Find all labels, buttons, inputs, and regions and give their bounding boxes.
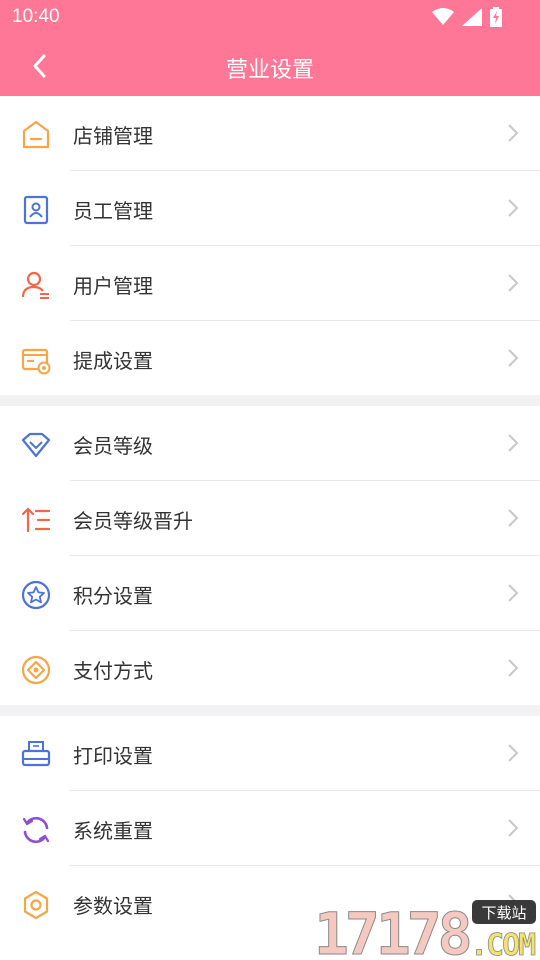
promotion-icon	[21, 507, 51, 533]
status-icons	[432, 7, 502, 27]
watermark-logo: 17178 下载站 .COM	[314, 900, 538, 960]
menu-item-points[interactable]: 积分设置	[0, 556, 540, 631]
menu-item-label: 支付方式	[73, 659, 153, 683]
payment-icon	[21, 655, 51, 685]
chevron-right-icon	[508, 509, 519, 527]
menu-item-system-reset[interactable]: 系统重置	[0, 791, 540, 866]
status-bar: 10:40	[0, 0, 540, 36]
menu-item-label: 店铺管理	[73, 124, 153, 148]
diamond-icon	[21, 432, 51, 458]
chevron-right-icon	[508, 124, 519, 142]
menu-item-label: 会员等级	[73, 434, 153, 458]
chevron-right-icon	[508, 744, 519, 762]
status-time: 10:40	[12, 6, 60, 27]
menu-item-level-promotion[interactable]: 会员等级晋升	[0, 481, 540, 556]
signal-icon	[462, 8, 482, 26]
settings-group-business: 店铺管理 员工管理 用户管理 提成设置	[0, 96, 540, 395]
menu-item-label: 打印设置	[73, 744, 153, 768]
watermark-suffix-text: .COM	[470, 928, 535, 960]
printer-icon	[21, 741, 51, 767]
menu-item-commission[interactable]: 提成设置	[0, 321, 540, 396]
menu-item-users[interactable]: 用户管理	[0, 246, 540, 321]
settings-group-membership: 会员等级 会员等级晋升 积分设置 支付方式	[0, 406, 540, 705]
menu-item-staff[interactable]: 员工管理	[0, 171, 540, 246]
menu-item-print[interactable]: 打印设置	[0, 716, 540, 791]
settings-icon	[23, 890, 49, 920]
menu-item-label: 员工管理	[73, 199, 153, 223]
top-bar: 10:40 营业设置	[0, 0, 540, 96]
battery-icon	[490, 7, 502, 27]
menu-item-member-level[interactable]: 会员等级	[0, 406, 540, 481]
menu-item-label: 系统重置	[73, 819, 153, 843]
user-icon	[21, 271, 49, 299]
chevron-right-icon	[508, 349, 519, 367]
staff-badge-icon	[23, 195, 49, 225]
nav-bar: 营业设置	[0, 36, 540, 96]
menu-item-label: 用户管理	[73, 274, 153, 298]
menu-item-label: 会员等级晋升	[73, 509, 193, 533]
menu-item-label: 提成设置	[73, 349, 153, 373]
chevron-right-icon	[508, 819, 519, 837]
watermark-badge-text: 下载站	[481, 904, 526, 922]
chevron-right-icon	[508, 199, 519, 217]
chevron-right-icon	[508, 434, 519, 452]
chevron-right-icon	[508, 659, 519, 677]
menu-item-label: 积分设置	[73, 584, 153, 608]
chevron-right-icon	[508, 584, 519, 602]
menu-item-store[interactable]: 店铺管理	[0, 96, 540, 171]
watermark-main-text: 17178	[314, 900, 470, 960]
wifi-icon	[432, 8, 454, 25]
menu-item-label: 参数设置	[73, 894, 153, 918]
page-title: 营业设置	[225, 58, 314, 83]
reset-icon	[22, 816, 50, 844]
commission-icon	[21, 348, 51, 375]
chevron-right-icon	[508, 274, 519, 292]
points-star-icon	[21, 580, 51, 610]
menu-item-payment[interactable]: 支付方式	[0, 631, 540, 706]
store-icon	[22, 120, 50, 149]
